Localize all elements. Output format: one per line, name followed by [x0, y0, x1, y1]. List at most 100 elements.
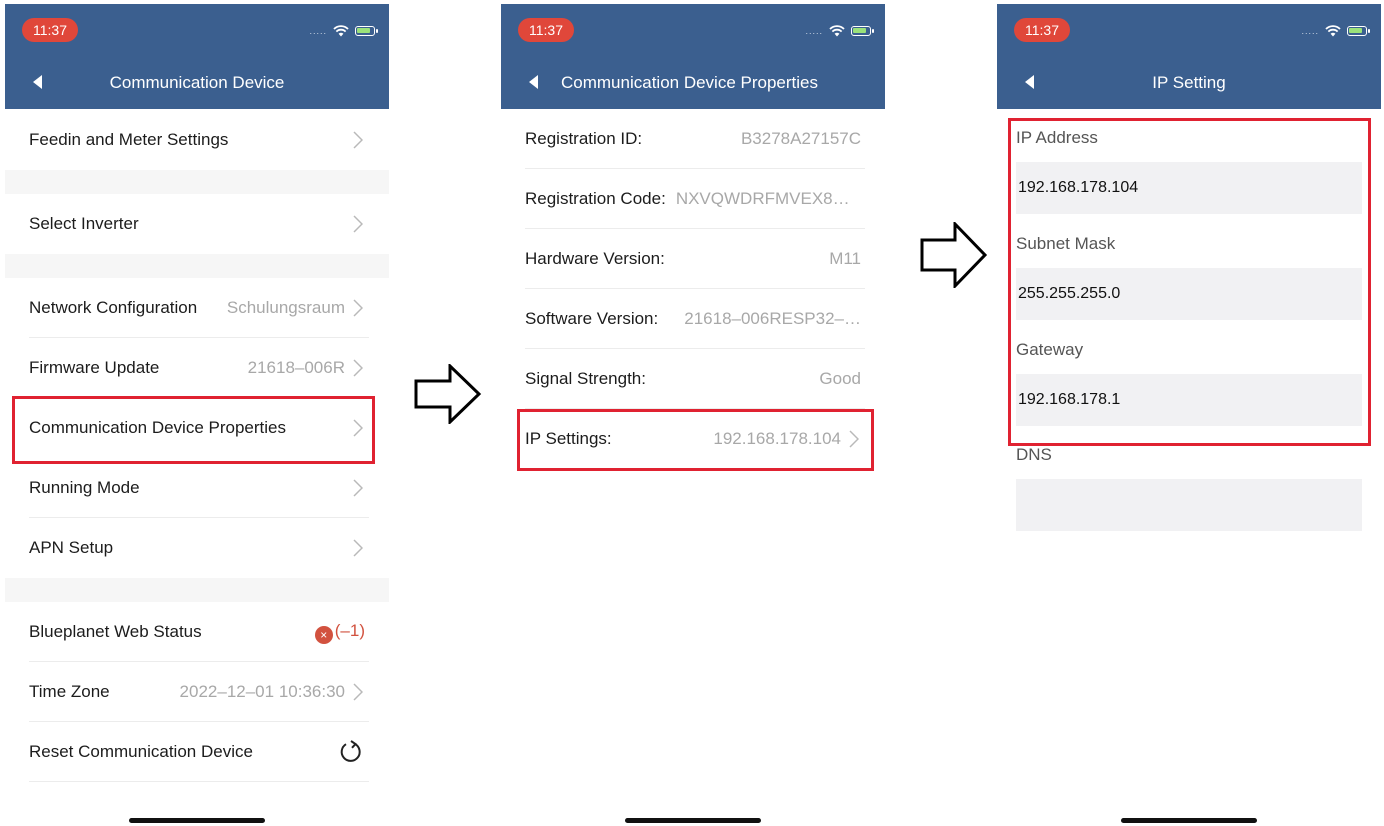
property-label: Registration Code: [525, 189, 666, 208]
chevron-right-icon [351, 539, 365, 557]
web-status-code: (–1) [334, 620, 365, 640]
chevron-right-icon [847, 430, 861, 448]
property-software-version: Software Version: 21618–006RESP32–… [501, 289, 885, 349]
menu-item-value: 2022–12–01 10:36:30 [179, 682, 345, 701]
menu-item-label: Reset Communication Device [29, 742, 253, 761]
property-value: 21618–006RESP32–… [684, 309, 861, 328]
status-time: 11:37 [518, 18, 574, 42]
menu-item-blueplanet-web-status[interactable]: Blueplanet Web Status × (–1) [5, 602, 389, 662]
nav-header: 11:37 ..... Communication Device [5, 4, 389, 109]
menu-item-label: Time Zone [29, 682, 110, 701]
chevron-right-icon [351, 683, 365, 701]
menu-item-label: Feedin and Meter Settings [29, 130, 229, 149]
property-label: IP Settings: [525, 429, 612, 448]
chevron-right-icon [351, 215, 365, 233]
dns-input[interactable] [1016, 479, 1362, 531]
home-indicator[interactable] [1121, 818, 1257, 823]
signal-icon: ..... [805, 26, 823, 36]
menu-item-firmware-update[interactable]: Firmware Update 21618–006R [5, 338, 389, 398]
signal-icon: ..... [1301, 26, 1319, 36]
nav-header: 11:37 ..... IP Setting [997, 4, 1381, 109]
menu-item-label: Firmware Update [29, 358, 160, 377]
back-button[interactable] [25, 70, 49, 94]
property-value: M11 [829, 249, 861, 268]
home-indicator[interactable] [129, 818, 265, 823]
chevron-right-icon [351, 359, 365, 377]
property-registration-code: Registration Code: NXVQWDRFMVEX8UH7 [501, 169, 885, 229]
menu-item-label: Blueplanet Web Status [29, 622, 202, 641]
property-value: 192.168.178.104 [713, 429, 841, 448]
menu-item-label: Running Mode [29, 478, 140, 497]
reset-icon[interactable] [337, 739, 365, 765]
back-arrow-icon [529, 75, 538, 89]
gateway-input[interactable]: 192.168.178.1 [1016, 374, 1362, 426]
section-divider [5, 170, 389, 194]
page-title: Communication Device [109, 73, 285, 92]
menu-item-apn-setup[interactable]: APN Setup [5, 518, 389, 578]
section-divider [5, 254, 389, 278]
nav-header: 11:37 ..... Communication Device Propert… [501, 4, 885, 109]
status-time: 11:37 [22, 18, 78, 42]
screen-ip-setting: 11:37 ..... IP Setting IP Address 192.16… [997, 0, 1381, 826]
status-icons: ..... [1301, 23, 1370, 39]
page-title: Communication Device Properties [561, 73, 818, 92]
subnet-mask-input[interactable]: 255.255.255.0 [1016, 268, 1362, 320]
signal-icon: ..... [309, 26, 327, 36]
battery-icon [1347, 26, 1370, 36]
wifi-icon [829, 25, 845, 37]
home-indicator[interactable] [625, 818, 761, 823]
back-arrow-icon [33, 75, 42, 89]
chevron-right-icon [351, 419, 365, 437]
property-value: B3278A27157C [740, 129, 861, 148]
menu-item-label: Select Inverter [29, 214, 139, 233]
ip-address-input[interactable]: 192.168.178.104 [1016, 162, 1362, 214]
menu-item-label: Communication Device Properties [29, 418, 286, 437]
property-hardware-version: Hardware Version: M11 [501, 229, 885, 289]
flow-arrow-icon [414, 364, 482, 424]
menu-item-value: Schulungsraum [226, 298, 345, 317]
chevron-right-icon [351, 299, 365, 317]
status-time: 11:37 [1014, 18, 1070, 42]
battery-icon [851, 26, 874, 36]
menu-item-reset-communication-device[interactable]: Reset Communication Device [5, 722, 389, 782]
property-label: Registration ID: [525, 129, 643, 148]
status-icons: ..... [309, 23, 378, 39]
property-signal-strength: Signal Strength: Good [501, 349, 885, 409]
flow-arrow-icon [920, 222, 988, 288]
menu-item-feedin-meter[interactable]: Feedin and Meter Settings [5, 110, 389, 170]
wifi-icon [333, 25, 349, 37]
menu-item-network-configuration[interactable]: Network Configuration Schulungsraum [5, 278, 389, 338]
ip-address-label: IP Address [1016, 128, 1098, 147]
property-registration-id: Registration ID: B3278A27157C [501, 109, 885, 169]
menu-item-select-inverter[interactable]: Select Inverter [5, 194, 389, 254]
screen-communication-device: 11:37 ..... Communication Device Feedin … [5, 0, 389, 826]
property-value: Good [819, 369, 861, 388]
back-arrow-icon [1025, 75, 1034, 89]
back-button[interactable] [521, 70, 545, 94]
menu-item-label: APN Setup [29, 538, 114, 557]
property-ip-settings[interactable]: IP Settings: 192.168.178.104 [501, 409, 885, 469]
property-label: Software Version: [525, 309, 659, 328]
status-icons: ..... [805, 23, 874, 39]
menu-item-communication-device-properties[interactable]: Communication Device Properties [5, 398, 389, 458]
gateway-label: Gateway [1016, 340, 1084, 359]
menu-item-time-zone[interactable]: Time Zone 2022–12–01 10:36:30 [5, 662, 389, 722]
dns-label: DNS [1016, 445, 1052, 464]
property-label: Hardware Version: [525, 249, 665, 268]
battery-icon [355, 26, 378, 36]
error-icon: × [314, 625, 333, 644]
subnet-mask-label: Subnet Mask [1016, 234, 1116, 253]
property-value: NXVQWDRFMVEX8UH7 [675, 189, 861, 208]
wifi-icon [1325, 25, 1341, 37]
chevron-right-icon [351, 479, 365, 497]
section-divider [5, 578, 389, 602]
page-title: IP Setting [1152, 73, 1226, 92]
web-status-value: × (–1) [202, 621, 365, 644]
property-label: Signal Strength: [525, 369, 646, 388]
menu-item-value: 21618–006R [247, 358, 345, 377]
menu-item-running-mode[interactable]: Running Mode [5, 458, 389, 518]
back-button[interactable] [1017, 70, 1041, 94]
menu-item-label: Network Configuration [29, 298, 198, 317]
chevron-right-icon [351, 131, 365, 149]
screen-communication-device-properties: 11:37 ..... Communication Device Propert… [501, 0, 885, 826]
